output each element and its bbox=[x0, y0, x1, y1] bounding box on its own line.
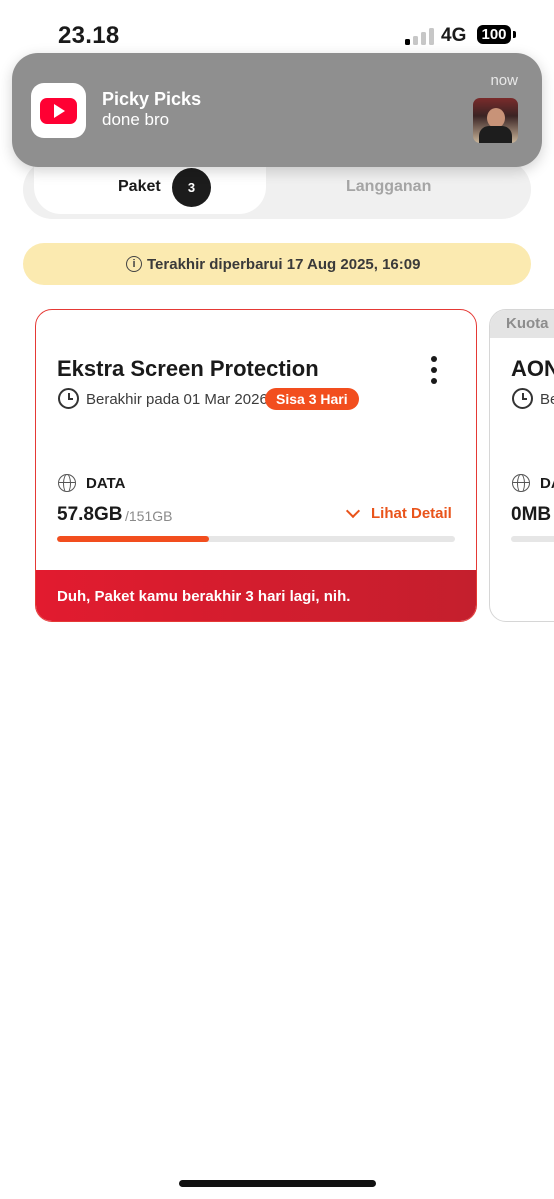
package-card[interactable]: Ekstra Screen Protection Berakhir pada 0… bbox=[35, 309, 477, 622]
expiry-warning-text: Duh, Paket kamu berakhir 3 hari lagi, ni… bbox=[57, 588, 351, 605]
days-remaining-badge: Sisa 3 Hari bbox=[265, 388, 359, 410]
see-detail-label: Lihat Detail bbox=[371, 505, 452, 522]
globe-icon bbox=[58, 474, 76, 492]
battery-icon: 100 bbox=[477, 25, 511, 44]
package-tab-bar: Paket 3 Langganan bbox=[23, 160, 531, 219]
notification-title: Picky Picks bbox=[102, 89, 202, 109]
status-bar: 23.18 4G 100 bbox=[0, 0, 554, 60]
push-notification[interactable]: Picky Picks done bro now bbox=[12, 53, 542, 167]
data-label: DATA bbox=[86, 475, 126, 492]
more-options-icon[interactable] bbox=[422, 356, 446, 386]
package-expiry: Berakhir pada 01 Mar 2026 bbox=[86, 391, 268, 408]
globe-icon bbox=[512, 474, 530, 492]
quota-tag: Kuota bbox=[490, 310, 554, 338]
data-used-next: 0MB bbox=[511, 504, 552, 525]
expiry-warning-footer: Duh, Paket kamu berakhir 3 hari lagi, ni… bbox=[36, 570, 476, 621]
package-title: Ekstra Screen Protection bbox=[57, 356, 319, 381]
home-indicator[interactable] bbox=[179, 1180, 376, 1187]
tab-paket[interactable]: Paket 3 bbox=[34, 160, 266, 214]
data-total: /151GB bbox=[125, 508, 173, 524]
package-expiry-next: Be bbox=[540, 391, 554, 408]
notification-thumbnail bbox=[473, 98, 518, 143]
clock-icon bbox=[58, 388, 79, 409]
last-updated-text: Terakhir diperbarui 17 Aug 2025, 16:09 bbox=[147, 256, 421, 273]
quota-tag-label: Kuota bbox=[506, 315, 549, 332]
data-usage-bar bbox=[57, 536, 455, 542]
clock-icon bbox=[512, 388, 533, 409]
data-usage-fill bbox=[57, 536, 210, 542]
youtube-icon bbox=[31, 83, 86, 138]
network-type: 4G bbox=[441, 25, 467, 46]
package-card-next[interactable]: Kuota AON Be DA 0MB bbox=[489, 309, 554, 622]
package-title-next: AON bbox=[511, 356, 554, 381]
data-used: 57.8GB bbox=[57, 504, 123, 525]
tab-langganan[interactable]: Langganan bbox=[346, 178, 431, 196]
battery-tip bbox=[513, 31, 516, 38]
last-updated-banner: i Terakhir diperbarui 17 Aug 2025, 16:09 bbox=[23, 243, 531, 285]
status-time: 23.18 bbox=[58, 22, 120, 49]
data-label-next: DA bbox=[540, 475, 554, 492]
notification-body: done bro bbox=[102, 110, 170, 129]
data-usage-bar-next bbox=[511, 536, 554, 542]
chevron-down-icon bbox=[345, 503, 361, 519]
tab-paket-count-badge: 3 bbox=[172, 168, 211, 207]
info-icon: i bbox=[126, 256, 142, 272]
notification-time: now bbox=[490, 72, 518, 89]
cellular-signal-icon bbox=[405, 27, 435, 45]
tab-paket-label: Paket bbox=[118, 178, 161, 195]
